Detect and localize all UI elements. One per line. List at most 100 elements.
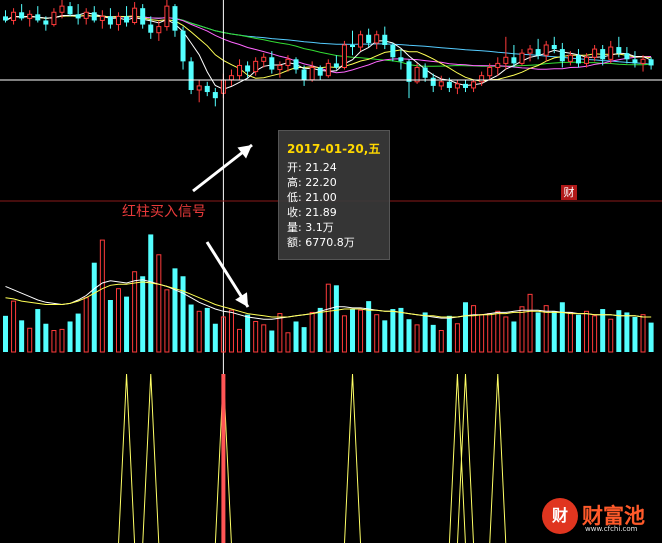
price-candle [124,16,130,23]
volume-bar [624,312,630,352]
price-candle [309,67,315,81]
price-candle [575,55,581,64]
price-candle [196,85,202,91]
price-candle [471,81,477,89]
tooltip-row-high: 高: 22.20 [287,176,337,189]
signal-spike [344,373,362,543]
price-candle [301,69,307,80]
volume-bar [559,302,565,352]
price-candle [99,15,105,21]
price-candle [19,12,25,19]
price-candle [592,48,598,58]
volume-bar [575,314,581,352]
volume-bar [616,310,622,352]
tooltip-row-close: 收: 21.89 [287,206,337,219]
price-candle [479,75,485,83]
volume-bar [35,309,41,352]
volume-bar [317,307,323,352]
price-candle [156,26,162,34]
volume-bar [454,323,460,353]
volume-bar [107,300,113,352]
price-candle [51,11,57,26]
volume-bar [237,328,243,353]
tooltip-row-open: 开: 21.24 [287,161,337,174]
ohlc-tooltip: 2017-01-20,五 开: 21.24 高: 22.20 低: 21.00 … [278,130,390,260]
price-candle [374,34,380,44]
price-candle [228,75,234,81]
volume-bar [479,314,485,353]
price-candle [67,6,73,15]
volume-bar [228,309,234,353]
price-candle [35,14,41,21]
price-candle [527,48,533,54]
price-candle [503,56,509,64]
volume-bar [511,321,517,352]
volume-bar [438,330,444,353]
volume-bar [285,332,291,353]
volume-bar [358,309,364,353]
volume-bar [180,276,186,352]
volume-bar [640,314,646,353]
price-candle [333,63,339,68]
price-candle [107,16,113,25]
volume-bar [592,315,598,353]
volume-bar [51,330,57,353]
price-candle [115,15,121,26]
price-candle [366,34,372,43]
tooltip-row-amount: 额: 6770.8万 [287,236,355,249]
tooltip-date: 2017-01-20,五 [287,142,381,156]
volume-bar [75,313,81,352]
price-candle [462,83,468,88]
price-candle [632,59,638,64]
stock-chart [0,0,662,543]
price-candle [269,57,275,70]
price-candle [487,67,493,77]
logo-icon: 财 [542,498,578,534]
signal-spike [142,373,160,543]
price-candle [140,8,146,25]
price-candle [27,13,33,19]
price-candle [11,11,17,21]
volume-bar [132,271,138,353]
tooltip-row-low: 低: 21.00 [287,191,337,204]
volume-bar [471,305,477,353]
price-candle [3,16,8,21]
price-candle [438,81,444,87]
volume-bar [124,296,130,352]
volume-bar [196,310,202,353]
price-candle [83,11,89,19]
tooltip-row-volume: 量: 3.1万 [287,221,334,234]
signal-spike [456,373,474,543]
volume-bar [341,315,347,353]
volume-bar [487,313,493,353]
signal-red-bar [221,374,226,543]
price-candle [519,52,525,64]
price-candle [245,65,251,72]
price-candle [382,34,388,45]
price-candle [132,7,138,23]
price-candle [446,81,452,88]
price-candle [543,44,549,56]
volume-bar [527,293,533,353]
price-candle [608,46,614,60]
price-candle [567,54,573,62]
volume-bar [59,328,65,353]
price-candle [188,61,194,90]
volume-bar [382,320,388,352]
price-candle [600,49,606,60]
volume-bar [309,311,315,353]
price-candle [164,5,170,28]
price-candle [495,62,501,69]
price-candle [75,14,81,19]
price-candle [261,56,267,62]
price-candle [253,60,259,73]
price-candle [648,59,654,66]
volume-bar [11,300,17,353]
event-badge[interactable]: 财 [561,185,577,200]
volume-bar [269,330,275,352]
volume-bar [172,268,178,352]
price-candle [59,5,65,13]
volume-bar [374,314,380,353]
price-candle [172,6,178,31]
volume-bar [333,285,339,352]
